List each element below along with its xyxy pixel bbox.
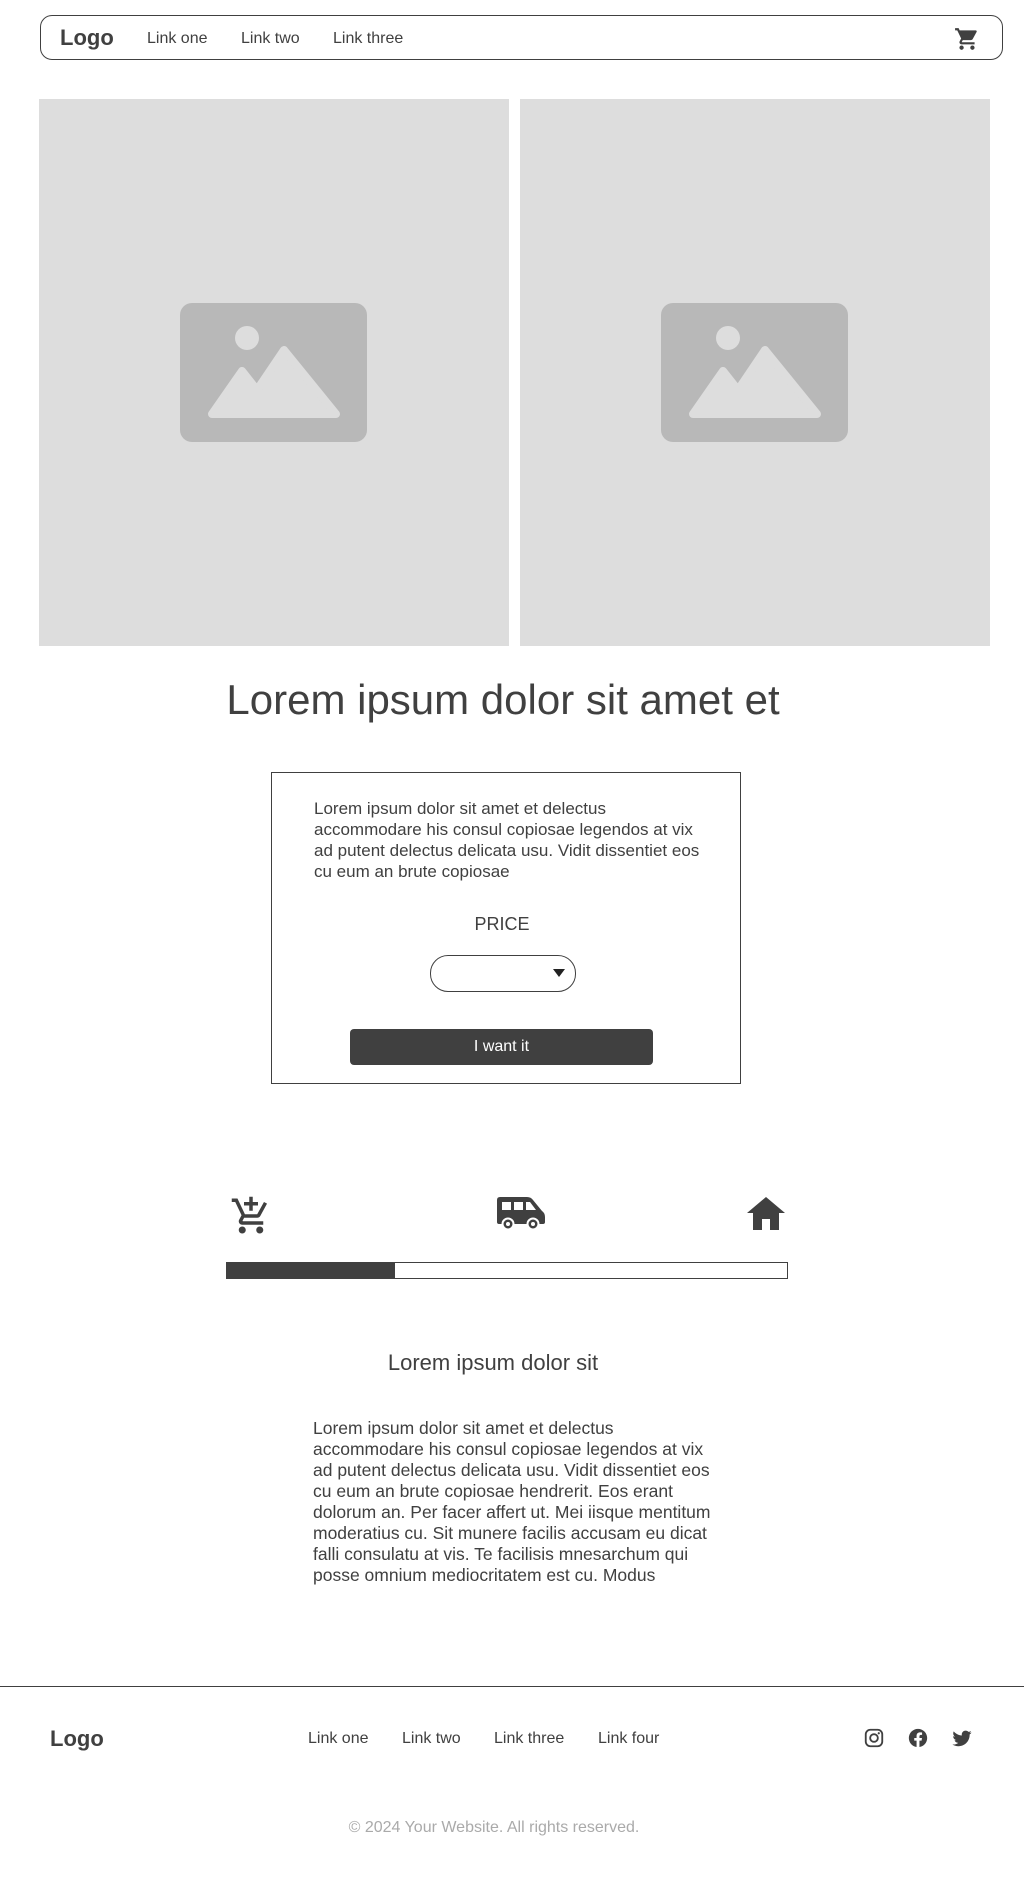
footer-link-three[interactable]: Link three (494, 1729, 564, 1749)
footer-link-four[interactable]: Link four (598, 1729, 659, 1749)
image-placeholder-icon (180, 303, 367, 442)
hero-image-left (39, 99, 509, 646)
info-text: Lorem ipsum dolor sit amet et delectus a… (313, 1418, 711, 1585)
nav-logo[interactable]: Logo (60, 25, 114, 51)
price-label: PRICE (474, 914, 530, 934)
copyright-text: © 2024 Your Website. All rights reserved… (348, 1819, 640, 1836)
cart-add-icon (231, 1196, 268, 1234)
instagram-icon[interactable] (863, 1727, 885, 1749)
dropdown-arrow-icon (553, 969, 565, 977)
nav-link-two[interactable]: Link two (241, 29, 300, 49)
nav-link-three[interactable]: Link three (333, 29, 403, 49)
nav-link-one[interactable]: Link one (147, 29, 208, 49)
product-description: Lorem ipsum dolor sit amet et delectus a… (314, 799, 700, 881)
top-navbar: Logo Link one Link two Link three (40, 15, 1003, 60)
price-select[interactable] (430, 955, 576, 992)
cart-icon[interactable] (954, 26, 980, 52)
twitter-icon[interactable] (951, 1727, 973, 1749)
footer-link-two[interactable]: Link two (402, 1729, 461, 1749)
image-placeholder-icon (661, 303, 848, 442)
i-want-it-button[interactable]: I want it (350, 1029, 653, 1065)
footer-logo[interactable]: Logo (50, 1726, 104, 1752)
home-icon (747, 1197, 785, 1230)
progress-fill (227, 1263, 395, 1278)
facebook-icon[interactable] (907, 1727, 929, 1749)
hero-image-right (520, 99, 990, 646)
footer-divider (0, 1686, 1024, 1687)
product-card: Lorem ipsum dolor sit amet et delectus a… (271, 772, 741, 1084)
hero-title: Lorem ipsum dolor sit amet et (226, 676, 780, 723)
info-title: Lorem ipsum dolor sit (387, 1350, 599, 1375)
footer-link-one[interactable]: Link one (308, 1729, 369, 1749)
delivery-van-icon (497, 1197, 545, 1230)
order-progress-bar (226, 1262, 788, 1279)
